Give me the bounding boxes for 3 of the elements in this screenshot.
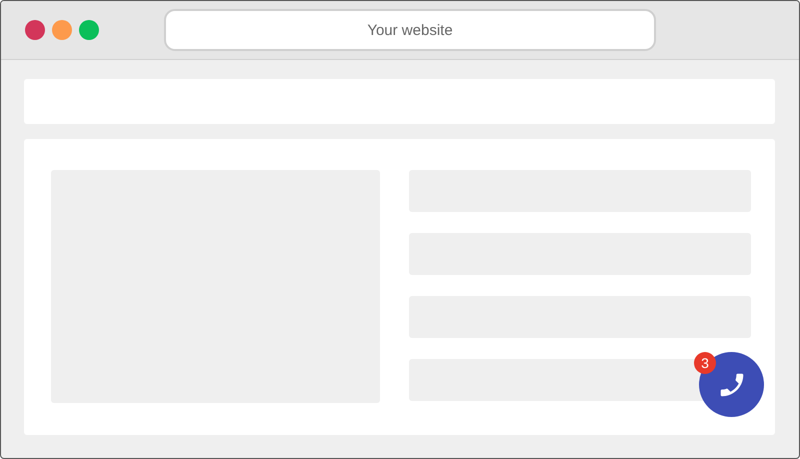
address-bar[interactable]: Your website <box>164 9 656 51</box>
window-control[interactable] <box>25 20 45 40</box>
window-control[interactable] <box>79 20 99 40</box>
